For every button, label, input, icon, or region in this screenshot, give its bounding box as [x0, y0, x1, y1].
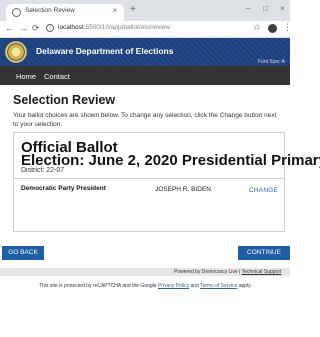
- continue-button[interactable]: CONTINUE: [238, 246, 290, 260]
- selected-candidate: JOSEPH R. BIDEN: [155, 186, 211, 193]
- election-title: Election: June 2, 2020 Presidential Prim…: [21, 152, 320, 169]
- intro-text: Your ballot choices are shown below. To …: [13, 112, 277, 128]
- new-tab-icon[interactable]: +: [130, 4, 136, 15]
- page-title: Selection Review: [13, 93, 116, 107]
- tab-close-icon[interactable]: ×: [112, 6, 117, 15]
- nav-home-link[interactable]: Home: [16, 72, 36, 81]
- url-path: :5500/10/app/ballot/olo/review: [83, 24, 171, 31]
- browser-tab[interactable]: Selection Review ×: [6, 4, 124, 21]
- change-button[interactable]: CHANGE: [249, 187, 278, 194]
- font-size-control[interactable]: Font Size: A: [258, 59, 285, 65]
- recaptcha-text-pre: This site is protected by reCAPTCHA and …: [39, 283, 158, 289]
- district-label: District: 22-07: [21, 167, 65, 174]
- bookmark-star-icon[interactable]: ☆: [253, 22, 261, 33]
- terms-of-service-link[interactable]: Terms of Service: [200, 283, 237, 289]
- delaware-seal-logo: [5, 41, 27, 63]
- go-back-button[interactable]: GO BACK: [2, 246, 44, 260]
- forward-arrow-icon[interactable]: →: [19, 23, 28, 33]
- url-host: localhost: [58, 24, 84, 31]
- reload-icon[interactable]: ⟳: [32, 23, 40, 34]
- technical-support-link[interactable]: Technical Support: [242, 269, 282, 275]
- address-bar: ← → ⟳ i localhost:5500/10/app/ballot/olo…: [0, 21, 292, 38]
- contest-name: Democratic Party President: [21, 185, 106, 192]
- window-close-icon[interactable]: ×: [280, 4, 285, 13]
- back-arrow-icon[interactable]: ←: [5, 23, 14, 33]
- minimize-icon[interactable]: –: [246, 4, 250, 13]
- nav-contact-link[interactable]: Contact: [44, 72, 70, 81]
- card-divider: [14, 178, 284, 179]
- site-title: Delaware Department of Elections: [36, 46, 174, 56]
- recaptcha-text-post: apply.: [237, 283, 252, 289]
- footer-credits: Powered by Democracy Live | Technical Su…: [174, 269, 281, 275]
- powered-by-text: Powered by Democracy Live |: [174, 269, 242, 275]
- maximize-icon[interactable]: □: [263, 4, 268, 13]
- profile-avatar-icon[interactable]: [268, 24, 277, 33]
- site-info-icon[interactable]: i: [46, 24, 54, 32]
- recaptcha-notice: This site is protected by reCAPTCHA and …: [39, 283, 252, 289]
- privacy-policy-link[interactable]: Privacy Policy: [158, 283, 189, 289]
- url-field[interactable]: localhost:5500/10/app/ballot/olo/review: [58, 24, 170, 31]
- site-favicon-icon: [12, 8, 21, 17]
- recaptcha-text-mid: and: [189, 283, 201, 289]
- browser-menu-icon[interactable]: ⋮: [283, 22, 292, 33]
- tab-title: Selection Review: [25, 7, 75, 14]
